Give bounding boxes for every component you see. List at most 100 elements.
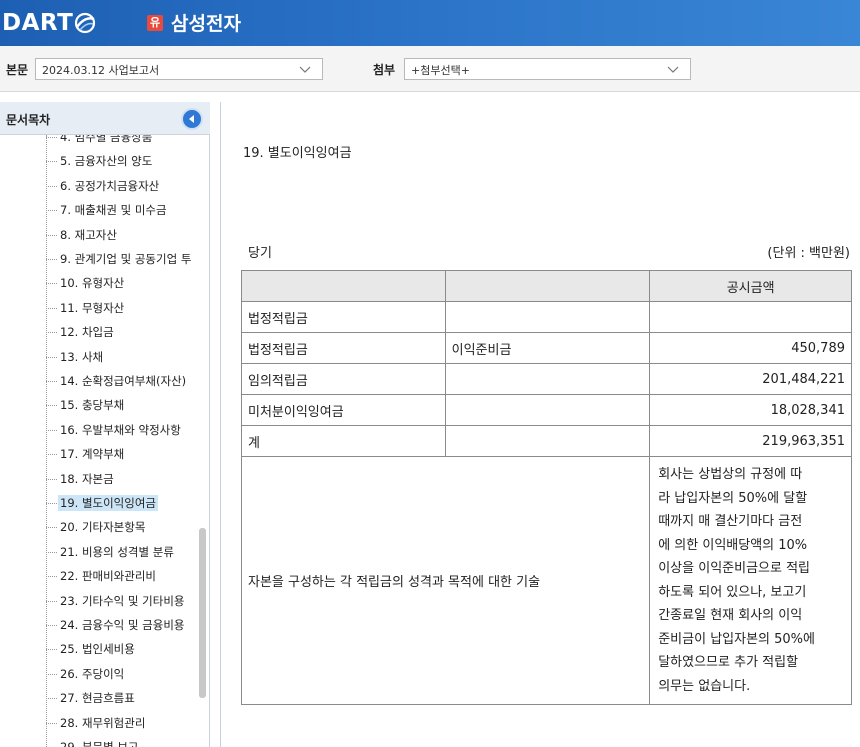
toc-item[interactable]: 27. 현금흐름표 xyxy=(46,687,200,709)
toc-item[interactable]: 7. 매출채권 및 미수금 xyxy=(46,199,200,221)
body-label: 본문 xyxy=(6,63,29,77)
description-line: 의무는 없습니다. xyxy=(658,678,751,694)
amount-cell: 18,028,341 xyxy=(649,394,852,426)
label-cell xyxy=(444,394,651,426)
toc-item-label: 5. 금융자산의 양도 xyxy=(60,154,153,169)
toc-item-label: 26. 주당이익 xyxy=(60,666,125,681)
tree-connector xyxy=(46,137,57,138)
toc-item-label: 4. 범주별 금융상품 xyxy=(60,135,153,144)
toc-item[interactable]: 25. 법인세비용 xyxy=(46,638,200,660)
toc-item[interactable]: 4. 범주별 금융상품 xyxy=(46,135,200,148)
toc-item[interactable]: 24. 금융수익 및 금융비용 xyxy=(46,614,200,636)
toc-item[interactable]: 21. 비용의 성격별 분류 xyxy=(46,541,200,563)
toc-item[interactable]: 28. 재무위험관리 xyxy=(46,712,200,734)
table-header-row: 공시금액 xyxy=(241,270,852,302)
toc-item[interactable]: 19. 별도이익잉여금 xyxy=(46,492,200,514)
retained-earnings-table: 공시금액 법정적립금 법정적립금 이익준비금 450,789 임의적립금 201,484,… xyxy=(240,270,852,705)
arrow-left-icon xyxy=(189,115,194,123)
tree-connector xyxy=(46,234,57,236)
toc-item[interactable]: 18. 자본금 xyxy=(46,468,200,490)
tree-connector xyxy=(46,576,57,578)
description-line: 에 의한 이익배당액의 10% xyxy=(658,537,808,553)
dart-logo[interactable]: DART xyxy=(2,6,96,40)
amount-cell xyxy=(649,301,852,333)
tree-connector xyxy=(46,381,57,382)
sidebar-scrollbar-thumb[interactable] xyxy=(199,528,206,698)
description-text-cell: 회사는 상법상의 규정에 따라 납입자본의 50%에 달할때까지 매 결산기마다… xyxy=(649,456,852,705)
tree-connector xyxy=(46,503,57,504)
toc-tree: 4. 범주별 금융상품 5. 금융자산의 양도 6. 공정가치금융자산 7. 매출채권… xyxy=(0,135,200,747)
description-line: 회사는 상법상의 규정에 따 xyxy=(658,467,803,482)
toc-item-label: 6. 공정가치금융자산 xyxy=(60,178,160,193)
header-cell-amount: 공시금액 xyxy=(649,270,852,302)
toc-item[interactable]: 6. 공정가치금융자산 xyxy=(46,175,200,197)
description-line: 라 납입자본의 50%에 달할 xyxy=(658,490,808,506)
toc-sidebar: 문서목차 4. 범주별 금융상품 5. 금융자산의 양도 6. 공정가치금융자산 7.… xyxy=(0,102,210,747)
toc-item-label: 25. 법인세비용 xyxy=(60,642,135,657)
toc-item[interactable]: 9. 관계기업 및 공동기업 투 xyxy=(46,248,200,270)
amount-cell: 219,963,351 xyxy=(649,425,852,457)
toc-item[interactable]: 13. 사채 xyxy=(46,346,200,368)
toc-item-label: 12. 차입금 xyxy=(60,325,114,340)
tree-connector xyxy=(46,259,57,260)
document-content: 19. 별도이익잉여금 당기 (단위 : 백만원) 공시금액 법정적립금 법정적립… xyxy=(220,102,860,747)
toc-item[interactable]: 8. 재고자산 xyxy=(46,224,200,246)
tree-connector xyxy=(46,185,57,187)
amount-cell: 201,484,221 xyxy=(649,363,852,395)
description-label-cell: 자본을 구성하는 각 적립금의 성격과 목적에 대한 기술 xyxy=(240,456,651,705)
toc-item[interactable]: 23. 기타수익 및 기타비용 xyxy=(46,590,200,612)
header-cell-blank xyxy=(241,270,446,302)
description-line: 하도록 되어 있으나, 보고기 xyxy=(658,584,807,600)
toc-item-label: 19. 별도이익잉여금 xyxy=(58,495,159,511)
toc-item-label: 27. 현금흐름표 xyxy=(60,691,135,706)
tree-connector xyxy=(46,478,57,480)
description-line: 이상을 이익준비금으로 적립 xyxy=(658,561,811,576)
table-row: 법정적립금 이익준비금 450,789 xyxy=(241,332,852,364)
description-line: 준비금이 납입자본의 50%에 xyxy=(658,631,815,647)
tree-connector xyxy=(46,405,57,407)
description-row: 자본을 구성하는 각 적립금의 성격과 목적에 대한 기술 회사는 상법상의 규정… xyxy=(240,456,852,705)
attach-label: 첨부 xyxy=(373,63,396,77)
table-row: 법정적립금 xyxy=(241,301,852,333)
toc-item[interactable]: 22. 판매비와관리비 xyxy=(46,565,200,587)
toc-item[interactable]: 10. 유형자산 xyxy=(46,272,200,294)
app-header: DART 유 삼성전자 xyxy=(0,0,860,46)
tree-connector xyxy=(46,356,57,358)
toc-item[interactable]: 29. 부문별 보고 xyxy=(46,736,200,747)
toc-item[interactable]: 20. 기타자본항목 xyxy=(46,516,200,538)
body-select[interactable]: 2024.03.12 사업보고서 xyxy=(35,58,323,80)
toc-item[interactable]: 11. 무형자산 xyxy=(46,297,200,319)
company-name: 삼성전자 xyxy=(171,13,241,35)
tree-connector xyxy=(46,307,57,309)
label-cell xyxy=(444,301,651,333)
description-line: 간종료일 현재 회사의 이익 xyxy=(658,608,803,623)
description-line: 때까지 매 결산기마다 금전 xyxy=(658,514,803,529)
toc-item-label: 28. 재무위험관리 xyxy=(60,715,146,730)
toc-item[interactable]: 14. 순확정급여부채(자산) xyxy=(46,370,200,392)
tree-connector xyxy=(46,283,57,285)
toc-item[interactable]: 5. 금융자산의 양도 xyxy=(46,150,200,172)
tree-connector xyxy=(46,722,57,724)
toc-item[interactable]: 16. 우발부채와 약정사항 xyxy=(46,419,200,441)
toc-item-label: 17. 계약부채 xyxy=(60,447,125,462)
attach-select[interactable]: +첨부선택+ xyxy=(404,58,691,80)
logo-swoosh-icon xyxy=(75,12,96,34)
toc-item[interactable]: 15. 충당부채 xyxy=(46,394,200,416)
description-line: 달하였으므로 추가 적립할 xyxy=(658,655,799,670)
tree-connector xyxy=(46,429,57,431)
toc-item[interactable]: 26. 주당이익 xyxy=(46,663,200,685)
label-cell: 임의적립금 xyxy=(241,363,446,395)
tree-connector xyxy=(46,625,57,626)
toc-item[interactable]: 17. 계약부채 xyxy=(46,443,200,465)
toc-item[interactable]: 12. 차입금 xyxy=(46,321,200,343)
amount-cell: 450,789 xyxy=(649,332,852,364)
label-cell xyxy=(444,363,651,395)
period-label: 당기 xyxy=(248,246,272,261)
label-cell: 법정적립금 xyxy=(241,301,446,333)
toc-item-label: 22. 판매비와관리비 xyxy=(60,569,157,584)
toc-item-label: 8. 재고자산 xyxy=(60,227,117,242)
collapse-sidebar-button[interactable] xyxy=(181,108,203,130)
toc-item-label: 15. 충당부채 xyxy=(60,398,125,413)
section-title: 19. 별도이익잉여금 xyxy=(243,146,352,161)
toc-item-label: 24. 금융수익 및 금융비용 xyxy=(60,618,185,632)
